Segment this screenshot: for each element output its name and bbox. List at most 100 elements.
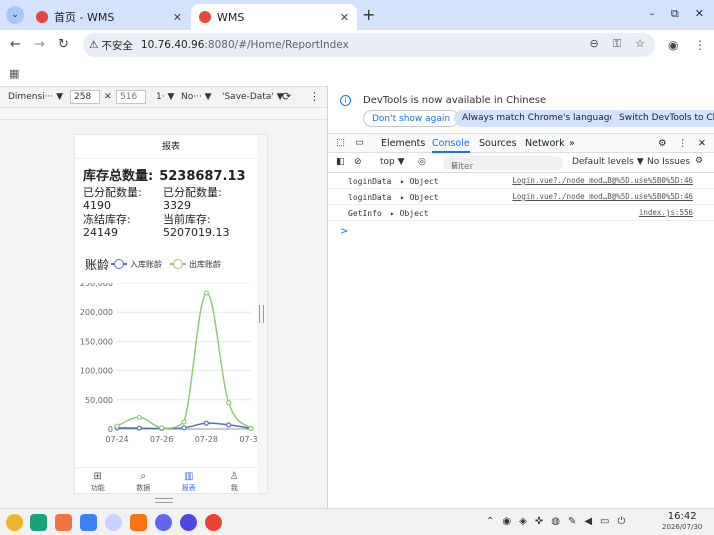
console-filter-input[interactable]: ⊽ Filter (443, 156, 563, 172)
tab-label: 功能 (90, 484, 105, 492)
reload-icon[interactable]: ↻ (58, 37, 69, 52)
tab-report[interactable]: ▥ 报表 (166, 468, 212, 493)
volume-icon[interactable]: ◀ (584, 516, 592, 527)
tab-data[interactable]: ⌕ 数据 (121, 468, 167, 493)
tab-functions[interactable]: ⊞ 功能 (75, 468, 121, 493)
bookmark-star-icon[interactable]: ☆ (635, 37, 645, 51)
dont-show-again-button[interactable]: Don't show again (363, 110, 460, 127)
data-point (203, 420, 209, 426)
legend-item-outbound[interactable]: 出库账龄 (170, 259, 221, 270)
new-tab-button[interactable]: + (362, 5, 375, 24)
terminal-app-icon[interactable] (30, 514, 47, 531)
times-icon: ✕ (104, 92, 112, 102)
maximize-icon[interactable]: ⧉ (671, 7, 679, 21)
media-app-icon[interactable] (180, 514, 197, 531)
tray-app-icon[interactable]: ◍ (551, 516, 560, 527)
minimize-icon[interactable]: – (649, 7, 655, 21)
switch-language-button[interactable]: Switch DevTools to Chin (611, 110, 714, 127)
resize-handle-bottom[interactable] (155, 498, 173, 503)
address-bar[interactable]: ⚠ 不安全 10.76.40.96:8080/#/Home/ReportInde… (83, 33, 655, 57)
more-menu-icon[interactable]: ⋮ (694, 38, 706, 52)
console-settings-icon[interactable]: ⚙ (695, 156, 703, 166)
y-tick-label: 150,000 (80, 337, 113, 346)
browser-tab-wms[interactable]: WMS ✕ (191, 4, 357, 30)
more-tabs-icon[interactable]: » (569, 138, 575, 149)
log-source-link[interactable]: Login.vue?./node_mod…B@%5D.use%5B0%5D:46 (512, 192, 693, 201)
profile-icon[interactable]: ◉ (668, 38, 678, 52)
dimensions-select[interactable]: Dimensi··· ▼ (8, 92, 63, 102)
close-tab-icon[interactable]: ✕ (173, 11, 182, 24)
x-tick-label: 07-24 (105, 435, 128, 444)
battery-icon[interactable]: ▭ (600, 516, 609, 527)
tab-console[interactable]: Console (432, 138, 470, 153)
eye-icon[interactable]: ◎ (418, 157, 426, 167)
clock-time: 16:42 (667, 511, 697, 522)
resize-handle-right[interactable] (259, 305, 264, 323)
log-source-link[interactable]: index.js:556 (639, 208, 693, 217)
pen-icon[interactable]: ✎ (568, 516, 576, 527)
y-tick-label: 0 (108, 425, 113, 434)
package-app-icon[interactable] (130, 514, 147, 531)
tab-sources[interactable]: Sources (479, 138, 517, 149)
inspect-icon[interactable]: ⬚ (336, 137, 345, 148)
page-title: 报表 (75, 135, 267, 159)
height-input[interactable]: 516 (116, 90, 146, 104)
clear-console-icon[interactable]: ⊘ (354, 157, 362, 167)
tab-elements[interactable]: Elements (381, 138, 425, 149)
legend-label: 出库账龄 (189, 259, 222, 269)
assigned-value: 3329 (163, 199, 191, 212)
log-source-link[interactable]: Login.vue?./node_mod…B@%5D.use%5B0%5D:46 (512, 176, 693, 185)
tray-app-icon[interactable]: ◉ (502, 516, 511, 527)
filter-placeholder: Filter (451, 162, 474, 172)
legend-label: 入库账龄 (130, 259, 163, 269)
devtools-tabs: ⬚ ▭ Elements Console Sources Network » ⚙… (328, 133, 714, 153)
legend-item-inbound[interactable]: 入库账龄 (111, 259, 162, 270)
back-icon[interactable]: ← (10, 37, 21, 52)
settings-gear-icon[interactable]: ⚙ (658, 138, 667, 149)
forward-icon[interactable]: → (34, 37, 45, 52)
width-input[interactable]: 258 (70, 90, 100, 104)
system-clock[interactable]: 16:42 2026/07/30 (662, 512, 702, 532)
rotate-icon[interactable]: ⟳ (282, 90, 291, 103)
zoom-icon[interactable]: ⊖ (590, 37, 599, 51)
key-icon[interactable]: ⚿ (613, 37, 621, 51)
chrome-app-icon[interactable] (205, 514, 222, 531)
tab-title: 首页 - WMS (54, 11, 115, 24)
tray-app-icon[interactable]: ◈ (519, 516, 527, 527)
close-tab-icon[interactable]: ✕ (340, 11, 349, 24)
tab-search-button[interactable]: ⌄ (6, 6, 24, 24)
save-data-select[interactable]: 'Save-Data' ▼ (222, 92, 284, 102)
browser-app-icon[interactable] (105, 514, 122, 531)
tab-me[interactable]: ♙ 我 (212, 468, 258, 493)
log-object[interactable]: ▸ Object (400, 177, 439, 186)
launcher-icon[interactable] (6, 514, 23, 531)
search-icon: ⌕ (140, 471, 147, 482)
close-devtools-icon[interactable]: ✕ (698, 138, 706, 149)
store-app-icon[interactable] (55, 514, 72, 531)
close-window-icon[interactable]: ✕ (695, 7, 704, 21)
inventory-stats: 库存总数量: 5238687.13 已分配数量: 已分配数量: 4190 3329… (83, 165, 263, 239)
power-icon[interactable]: ⏻ (618, 516, 626, 527)
log-object[interactable]: ▸ Object (400, 193, 439, 202)
zoom-select[interactable]: 1· ▼ (156, 92, 174, 102)
device-toggle-icon[interactable]: ▭ (355, 137, 364, 148)
settings-app-icon[interactable] (155, 514, 172, 531)
apps-grid-icon[interactable]: ▦ (9, 67, 19, 80)
log-object[interactable]: ▸ Object (390, 209, 429, 218)
device-more-icon[interactable]: ⋮ (309, 90, 320, 103)
sidebar-toggle-icon[interactable]: ◧ (336, 157, 345, 167)
devtools-menu-icon[interactable]: ⋮ (678, 138, 688, 149)
tray-expand-icon[interactable]: ⌃ (486, 516, 494, 527)
throttle-select[interactable]: No··· ▼ (181, 92, 212, 102)
security-chip[interactable]: ⚠ 不安全 (89, 38, 133, 53)
tab-network[interactable]: Network (525, 138, 565, 149)
issues-counter[interactable]: No Issues (647, 157, 690, 167)
match-language-button[interactable]: Always match Chrome's language (454, 110, 623, 127)
console-prompt[interactable]: > (340, 226, 348, 237)
tray-app-icon[interactable]: ✜ (535, 516, 543, 527)
browser-tab-home[interactable]: 首页 - WMS ✕ (28, 4, 190, 30)
log-levels-select[interactable]: Default levels ▼ (572, 157, 644, 167)
files-app-icon[interactable] (80, 514, 97, 531)
context-select[interactable]: top ▼ (380, 157, 405, 167)
total-stock-label: 库存总数量: (83, 169, 154, 184)
